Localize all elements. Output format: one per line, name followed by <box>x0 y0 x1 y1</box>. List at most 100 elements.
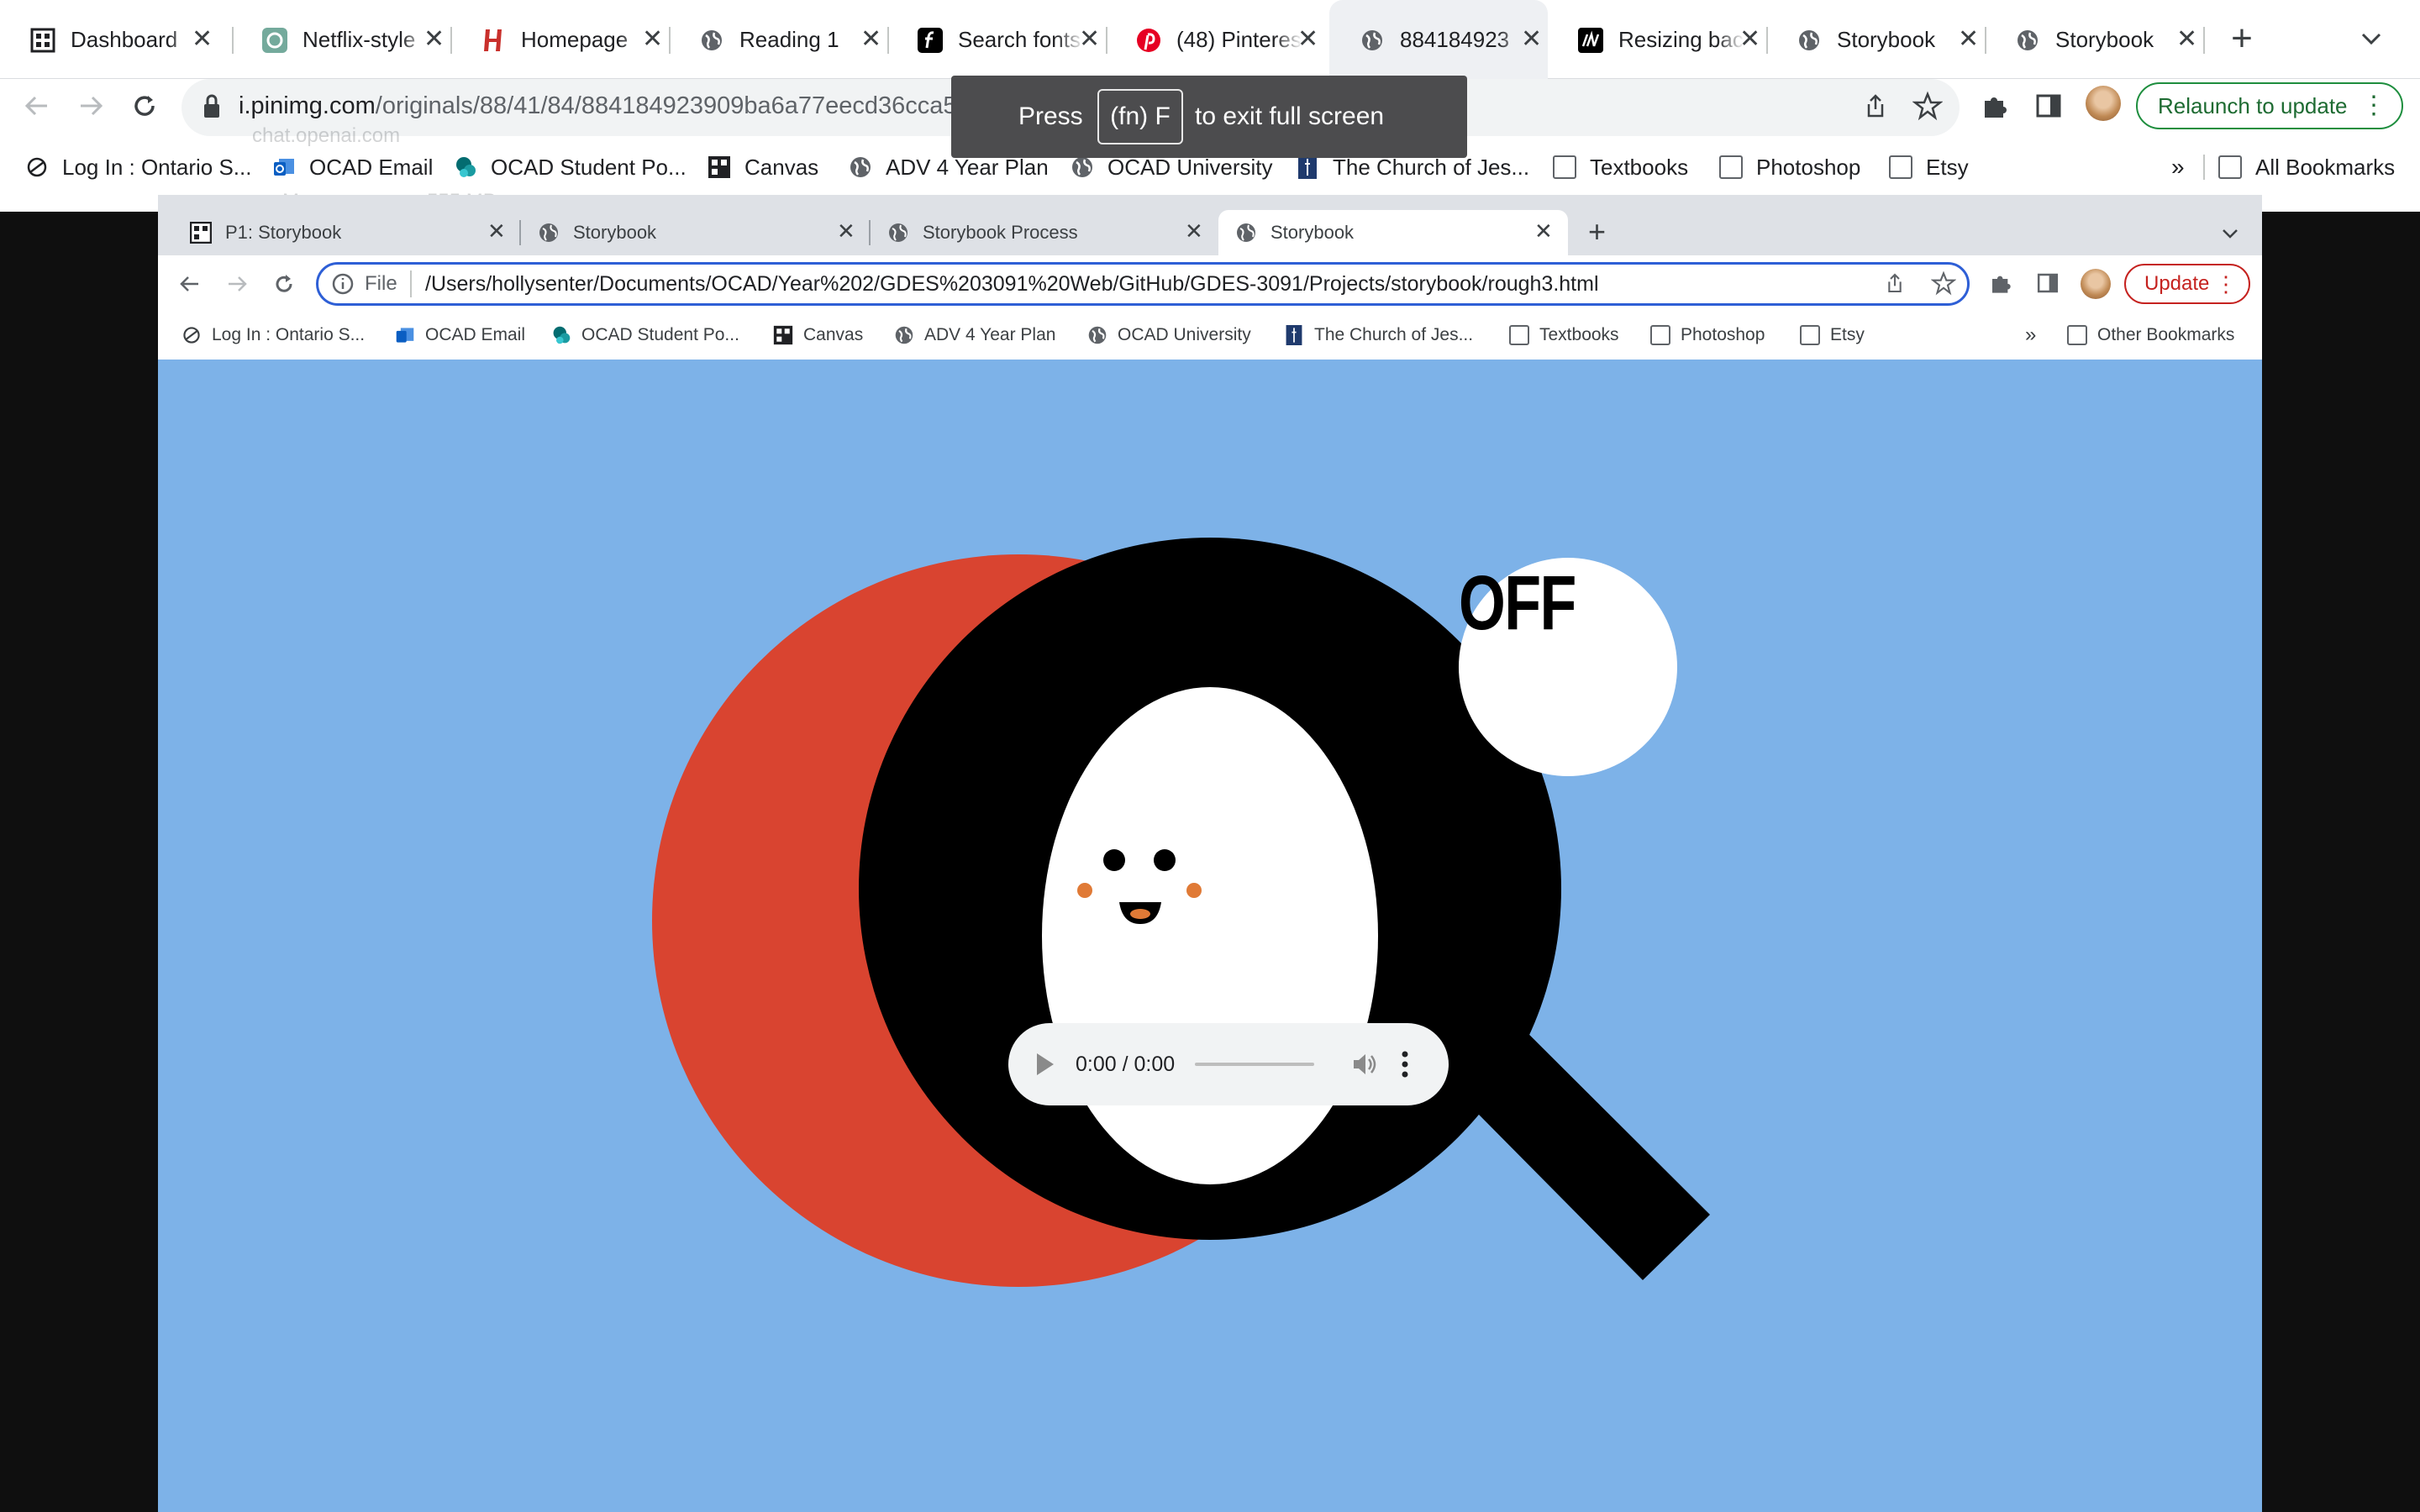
chevron-down-icon[interactable] <box>2218 222 2242 245</box>
close-icon[interactable]: ✕ <box>1534 218 1553 244</box>
reload-icon[interactable] <box>128 89 161 123</box>
close-icon[interactable]: ✕ <box>424 25 445 54</box>
bookmark-item[interactable]: ADV 4 Year Plan <box>894 316 1055 354</box>
bookmark-star-icon[interactable] <box>1931 270 1956 296</box>
bookmark-item[interactable]: Etsy <box>1889 146 1969 188</box>
update-button[interactable]: Update ⋮ <box>2124 264 2250 304</box>
bookmark-label: Etsy <box>1926 154 1969 180</box>
audio-player[interactable]: 0:00 / 0:00 <box>1008 1023 1449 1105</box>
bookmark-item[interactable]: Photoshop <box>1650 316 1765 354</box>
close-icon[interactable]: ✕ <box>1521 25 1542 54</box>
reload-icon[interactable] <box>271 270 297 297</box>
outer-tab-pinterest[interactable]: (48) Pinterest ✕ <box>1106 0 1324 79</box>
outer-tab-homepage[interactable]: Homepage ✕ <box>450 0 669 79</box>
hover-card-domain: chat.openai.com <box>252 124 401 147</box>
back-arrow-icon[interactable] <box>20 89 54 123</box>
new-tab-button[interactable]: + <box>1588 215 1606 249</box>
bookmark-item[interactable]: OCAD University <box>1087 316 1251 354</box>
back-arrow-icon[interactable] <box>176 270 203 297</box>
close-icon[interactable]: ✕ <box>837 218 855 244</box>
bookmark-item[interactable]: Textbooks <box>1509 316 1619 354</box>
share-icon[interactable] <box>1860 91 1891 121</box>
outer-tab-storybook-1[interactable]: Storybook ✕ <box>1766 0 1985 79</box>
chevron-down-icon[interactable] <box>2356 24 2386 54</box>
close-icon[interactable]: ✕ <box>192 25 213 54</box>
close-icon[interactable]: ✕ <box>1739 25 1760 54</box>
bookmark-item[interactable]: OCAD Student Po... <box>551 316 739 354</box>
bookmark-item[interactable]: Photoshop <box>1719 146 1860 188</box>
extensions-puzzle-icon[interactable] <box>1988 270 2013 296</box>
outer-tab-dashboard[interactable]: Dashboard ✕ <box>0 0 232 79</box>
profile-avatar[interactable] <box>2086 86 2121 121</box>
forward-arrow-icon[interactable] <box>224 270 250 297</box>
bookmark-item[interactable]: Log In : Ontario S... <box>182 316 365 354</box>
close-icon[interactable]: ✕ <box>2176 25 2197 54</box>
bookmark-item[interactable]: Textbooks <box>1553 146 1688 188</box>
all-bookmarks-folder[interactable]: All Bookmarks <box>2218 146 2395 188</box>
bookmark-star-icon[interactable] <box>1912 91 1943 121</box>
kebab-menu-icon[interactable]: ⋮ <box>2215 265 2237 302</box>
more-options-icon[interactable] <box>1400 1050 1410 1079</box>
kebab-menu-icon[interactable]: ⋮ <box>2361 84 2386 128</box>
bookmark-item[interactable]: Log In : Ontario S... <box>25 146 251 188</box>
info-icon[interactable] <box>331 272 355 296</box>
play-icon[interactable] <box>1037 1053 1054 1075</box>
address-divider <box>410 270 412 297</box>
other-bookmarks-folder[interactable]: Other Bookmarks <box>2067 316 2234 354</box>
share-icon[interactable] <box>1882 270 1907 296</box>
outer-tab-image-active[interactable]: 884184923 ✕ <box>1329 0 1548 79</box>
outer-tab-fonts[interactable]: Search fonts ✕ <box>887 0 1106 79</box>
bookmark-label: Etsy <box>1830 325 1865 344</box>
new-tab-button[interactable]: + <box>2222 18 2262 59</box>
sharepoint-icon <box>553 326 571 344</box>
close-icon[interactable]: ✕ <box>642 25 663 54</box>
close-icon[interactable]: ✕ <box>487 218 506 244</box>
bookmark-label: ADV 4 Year Plan <box>886 154 1049 180</box>
bookmark-item[interactable]: Canvas <box>773 316 863 354</box>
volume-icon[interactable] <box>1351 1052 1378 1077</box>
relaunch-label: Relaunch to update <box>2158 93 2348 118</box>
close-icon[interactable]: ✕ <box>1185 218 1203 244</box>
bookmark-label: ADV 4 Year Plan <box>924 325 1056 344</box>
tab-title: Dashboard <box>71 27 178 52</box>
inner-tab-p1-storybook[interactable]: P1: Storybook ✕ <box>173 210 516 255</box>
outer-tab-netflix[interactable]: Netflix-style ✕ <box>232 0 450 79</box>
bookmark-item[interactable]: OCAD Email <box>395 316 525 354</box>
canvas-grid-icon <box>773 325 793 345</box>
extensions-puzzle-icon[interactable] <box>1980 91 2010 121</box>
lock-icon[interactable] <box>202 92 222 119</box>
storybook-scene <box>652 538 1710 1287</box>
inner-tab-storybook[interactable]: Storybook ✕ <box>521 210 871 255</box>
audio-progress-track[interactable] <box>1195 1063 1314 1066</box>
inner-tab-storybook-process[interactable]: Storybook Process ✕ <box>871 210 1220 255</box>
folder-icon <box>1889 155 1912 179</box>
side-panel-icon[interactable] <box>2035 270 2060 296</box>
more-bookmarks-chevron[interactable]: » <box>2025 316 2036 354</box>
forward-arrow-icon[interactable] <box>74 89 108 123</box>
side-panel-icon[interactable] <box>2033 91 2064 121</box>
close-icon[interactable]: ✕ <box>1958 25 1979 54</box>
close-icon[interactable]: ✕ <box>1079 25 1100 54</box>
outer-tab-reading[interactable]: Reading 1 ✕ <box>669 0 887 79</box>
close-icon[interactable]: ✕ <box>1297 25 1318 54</box>
folder-icon <box>1719 155 1743 179</box>
close-icon[interactable]: ✕ <box>860 25 881 54</box>
tab-title: Storybook <box>1837 27 1936 52</box>
globe-icon <box>699 28 724 53</box>
inner-tab-storybook-active[interactable]: Storybook ✕ <box>1218 210 1568 255</box>
bookmark-item[interactable]: Canvas <box>708 146 818 188</box>
outer-tab-storybook-2[interactable]: Storybook ✕ <box>1985 0 2203 79</box>
relaunch-to-update-button[interactable]: Relaunch to update ⋮ <box>2136 82 2403 129</box>
folder-icon <box>1800 325 1820 345</box>
globe-icon <box>1072 157 1092 177</box>
more-bookmarks-chevron[interactable]: » <box>2171 146 2185 188</box>
globe-icon <box>895 326 913 344</box>
globe-icon <box>850 157 871 177</box>
off-switch-label[interactable]: OFF <box>1459 561 1576 645</box>
bookmark-item[interactable]: The Church of Jes... <box>1284 316 1473 354</box>
egg-character[interactable] <box>1042 687 1378 1184</box>
profile-avatar[interactable] <box>2081 269 2111 299</box>
outer-tab-resizing[interactable]: Resizing backgrounds ✕ <box>1548 0 1766 79</box>
bookmark-item[interactable]: Etsy <box>1800 316 1865 354</box>
tab-title: Reading 1 <box>739 27 839 52</box>
